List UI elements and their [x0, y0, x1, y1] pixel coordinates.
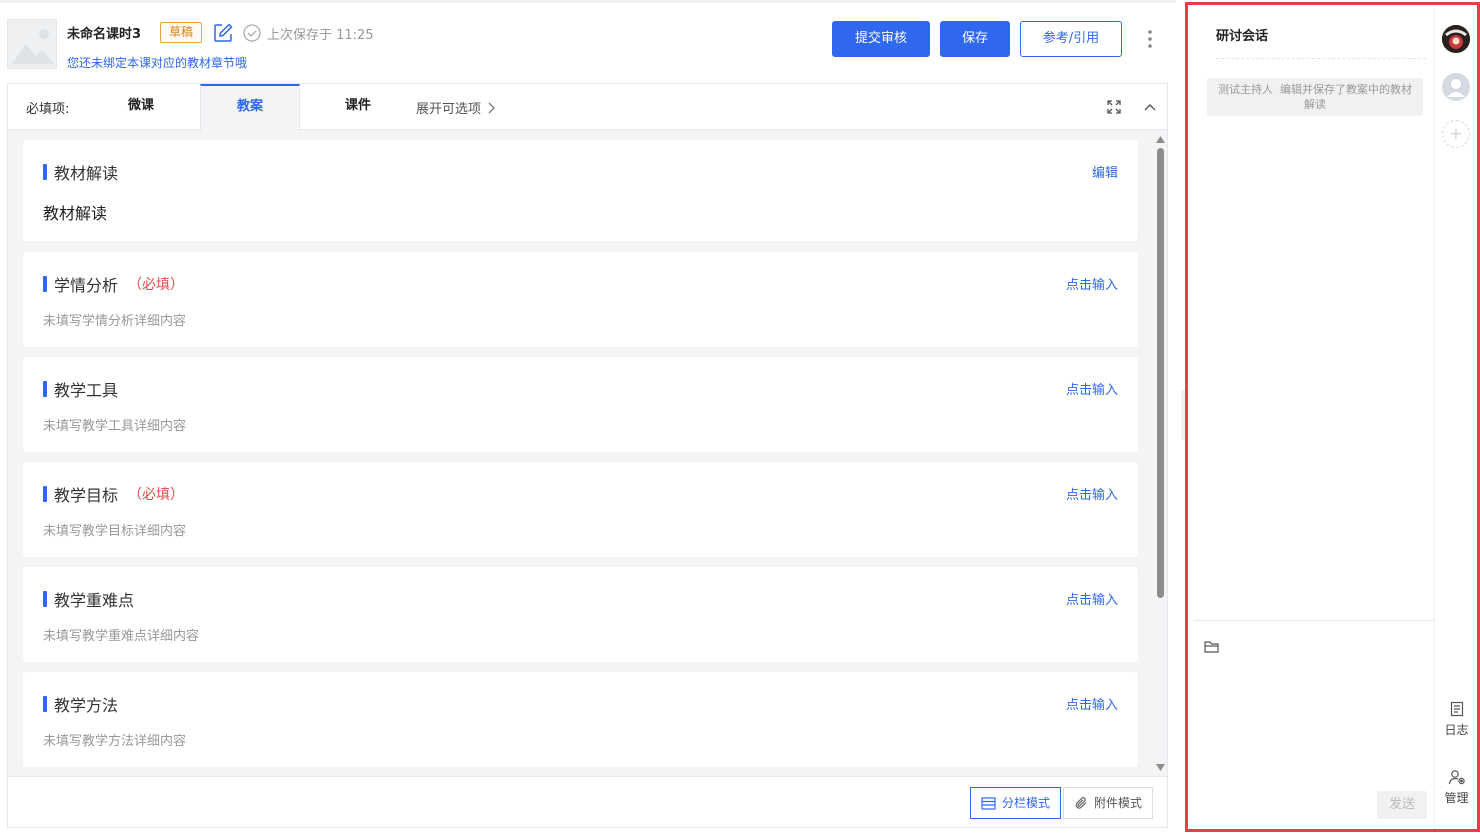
folder-icon[interactable]	[1204, 639, 1220, 653]
required-mark: （必填）	[128, 277, 185, 293]
attachment-mode-label: 附件模式	[1094, 796, 1143, 810]
save-status: 上次保存于 11:25	[243, 23, 374, 43]
discussion-panel: 研讨会话 测试主持人 编辑并保存了教案中的教材解读 发送 + 日志 管理	[1185, 2, 1480, 832]
log-button[interactable]: 日志	[1436, 701, 1477, 738]
avatar[interactable]	[1442, 73, 1470, 101]
lesson-header: 未命名课时3 草稿 上次保存于 11:25 您还未绑定本课对应的教材章节哦 提交…	[0, 0, 1176, 82]
scroll-up-arrow-icon[interactable]	[1156, 136, 1165, 143]
fullscreen-icon[interactable]	[1106, 99, 1122, 115]
collapse-up-icon[interactable]	[1142, 99, 1158, 115]
section-title: 教学工具	[54, 381, 119, 400]
scroll-down-arrow-icon[interactable]	[1156, 764, 1165, 771]
split-mode-label: 分栏模式	[1002, 796, 1051, 810]
send-button[interactable]: 发送	[1377, 791, 1427, 819]
message-text: 编辑并保存了教案中的教材解读	[1280, 83, 1412, 111]
attachment-mode-button[interactable]: 附件模式	[1063, 787, 1154, 819]
add-participant-button[interactable]: +	[1442, 120, 1470, 148]
section-heading: 教学重难点	[43, 589, 144, 610]
tab-lesson-plan[interactable]: 教案	[200, 84, 300, 131]
paperclip-icon	[1075, 797, 1087, 809]
app-root: 未命名课时3 草稿 上次保存于 11:25 您还未绑定本课对应的教材章节哦 提交…	[0, 0, 1480, 834]
edit-title-icon[interactable]	[212, 22, 234, 44]
section-edit-link[interactable]: 编辑	[1092, 162, 1118, 181]
mode-switch-bar: 分栏模式 附件模式	[8, 776, 1167, 827]
avatar[interactable]	[1442, 25, 1470, 53]
expand-optional-label: 展开可选项	[416, 102, 482, 117]
section-title: 学情分析	[54, 276, 119, 295]
section-card: 学情分析 （必填） 点击输入 未填写学情分析详细内容	[23, 252, 1138, 347]
draft-badge: 草稿	[160, 22, 203, 43]
participant-rail: + 日志 管理	[1436, 5, 1477, 829]
list-columns-icon	[981, 796, 996, 810]
section-list: 教材解读 编辑 教材解读 学情分析 （必填） 点击输入 未填写学情分析详细内容 教…	[23, 140, 1138, 770]
divider	[1216, 58, 1426, 59]
section-placeholder: 未填写教学方法详细内容	[43, 734, 187, 749]
section-placeholder: 未填写教学重难点详细内容	[43, 629, 200, 644]
required-mark: （必填）	[128, 487, 185, 503]
check-circle-icon	[243, 24, 261, 42]
section-title: 教学方法	[54, 696, 119, 715]
lesson-editor-panel: 必填项: 微课 教案 课件 展开可选项 教材解读 编辑 教材解读 学情分析 （必…	[7, 83, 1168, 828]
section-input-link[interactable]: 点击输入	[1066, 694, 1118, 713]
submit-review-button[interactable]: 提交审核	[832, 21, 930, 57]
message-sender: 测试主持人	[1218, 83, 1273, 96]
section-card: 教学目标 （必填） 点击输入 未填写教学目标详细内容	[23, 462, 1138, 557]
section-input-link[interactable]: 点击输入	[1066, 274, 1118, 293]
chat-area: 研讨会话 测试主持人 编辑并保存了教案中的教材解读 发送	[1194, 5, 1435, 829]
section-card: 教材解读 编辑 教材解读	[23, 140, 1138, 241]
chevron-right-icon	[488, 102, 495, 113]
log-label: 日志	[1444, 723, 1469, 737]
split-mode-button[interactable]: 分栏模式	[970, 787, 1062, 819]
section-content: 教材解读	[43, 204, 108, 223]
section-placeholder: 未填写教学工具详细内容	[43, 419, 187, 434]
tab-micro-lesson[interactable]: 微课	[100, 84, 182, 130]
user-settings-icon	[1448, 770, 1465, 785]
section-heading: 教材解读	[43, 162, 128, 183]
section-card: 教学方法 点击输入 未填写教学方法详细内容	[23, 672, 1138, 767]
more-options-icon[interactable]	[1141, 27, 1159, 51]
section-placeholder: 未填写学情分析详细内容	[43, 314, 187, 329]
section-title: 教学重难点	[54, 591, 135, 610]
scrollbar[interactable]	[1153, 134, 1167, 774]
tab-bar: 必填项: 微课 教案 课件 展开可选项	[8, 84, 1167, 131]
section-heading: 学情分析 （必填）	[43, 274, 185, 295]
section-card: 教学工具 点击输入 未填写教学工具详细内容	[23, 357, 1138, 452]
expand-optional-tabs[interactable]: 展开可选项	[416, 98, 495, 117]
section-title: 教学目标	[54, 486, 119, 505]
log-icon	[1450, 701, 1463, 717]
message-composer[interactable]: 发送	[1194, 620, 1434, 829]
section-input-link[interactable]: 点击输入	[1066, 484, 1118, 503]
save-button[interactable]: 保存	[940, 21, 1010, 57]
scrollbar-thumb[interactable]	[1157, 148, 1164, 598]
tab-courseware[interactable]: 课件	[318, 84, 398, 130]
section-placeholder: 未填写教学目标详细内容	[43, 524, 187, 539]
manage-label: 管理	[1444, 791, 1469, 805]
section-heading: 教学工具	[43, 379, 128, 400]
section-heading: 教学目标 （必填）	[43, 484, 185, 505]
chat-title: 研讨会话	[1216, 29, 1269, 44]
section-heading: 教学方法	[43, 694, 128, 715]
required-label: 必填项:	[26, 102, 70, 117]
section-card: 教学重难点 点击输入 未填写教学重难点详细内容	[23, 567, 1138, 662]
save-status-text: 上次保存于 11:25	[267, 27, 374, 43]
section-title: 教材解读	[54, 164, 119, 183]
lesson-cover-thumbnail[interactable]	[7, 19, 57, 69]
section-input-link[interactable]: 点击输入	[1066, 379, 1118, 398]
section-input-link[interactable]: 点击输入	[1066, 589, 1118, 608]
chat-message: 测试主持人 编辑并保存了教案中的教材解读	[1207, 78, 1423, 116]
reference-button[interactable]: 参考/引用	[1020, 21, 1122, 57]
bind-textbook-hint[interactable]: 您还未绑定本课对应的教材章节哦	[67, 54, 247, 71]
manage-button[interactable]: 管理	[1436, 769, 1477, 806]
lesson-title: 未命名课时3	[67, 27, 142, 42]
